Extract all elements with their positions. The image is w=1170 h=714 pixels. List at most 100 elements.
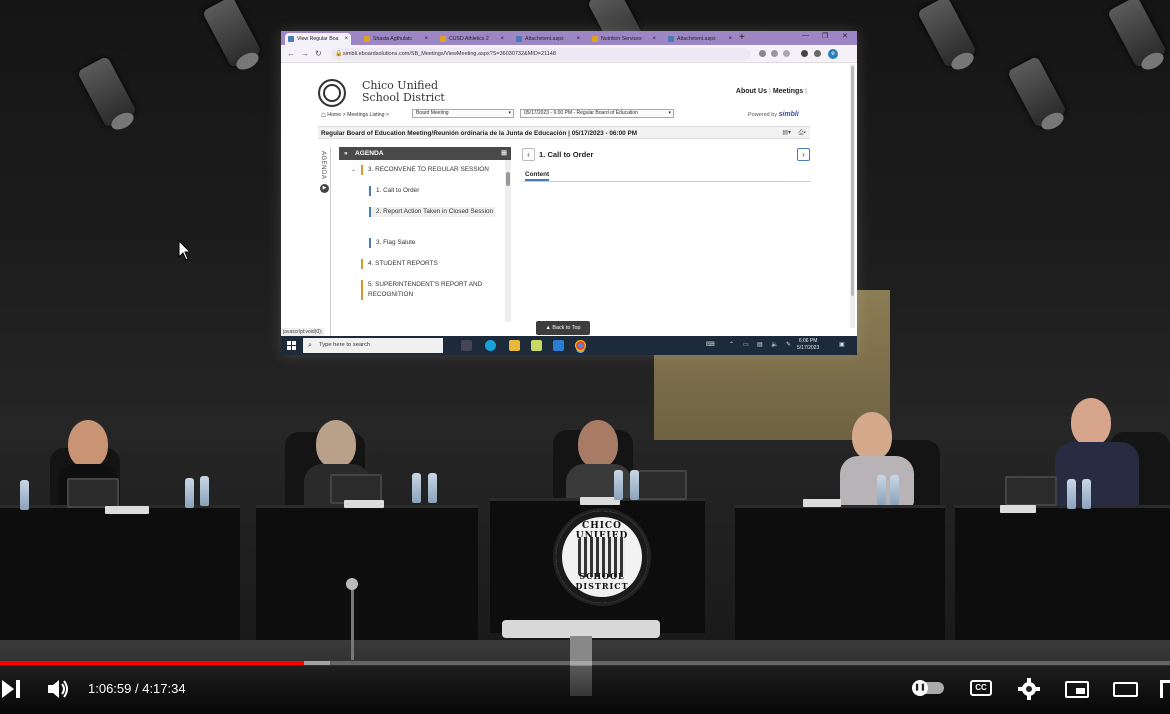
- back-icon[interactable]: ←: [287, 49, 295, 58]
- water-bottle: [185, 478, 194, 508]
- stage-light: [201, 0, 263, 69]
- district-logo: [318, 79, 346, 107]
- autoplay-toggle[interactable]: ❚❚: [912, 680, 944, 696]
- store-icon[interactable]: [531, 340, 542, 351]
- file-explorer-icon[interactable]: [509, 340, 520, 351]
- collapse-icon[interactable]: »: [344, 147, 348, 160]
- meeting-select-value: 05/17/2023 - 6:00 PM - Regular Board of …: [524, 110, 638, 116]
- meeting-title-bar: Regular Board of Education Meeting/Reuni…: [318, 126, 810, 139]
- agenda-side-label: AGENDA: [320, 151, 326, 180]
- breadcrumb-home[interactable]: Home: [327, 112, 341, 118]
- agenda-item[interactable]: 4. STUDENT REPORTS: [361, 259, 493, 269]
- puzzle-extensions-icon[interactable]: [801, 50, 808, 57]
- agenda-item[interactable]: 3. RECONVENE TO REGULAR SESSION: [361, 165, 489, 175]
- profile-avatar[interactable]: e: [828, 49, 838, 59]
- back-to-top-button[interactable]: ▲ Back to Top: [536, 321, 590, 335]
- video-progress-bar[interactable]: [0, 661, 1170, 665]
- forward-icon[interactable]: →: [301, 49, 309, 58]
- pin-icon[interactable]: ⊞: [501, 147, 507, 160]
- dropdown-arrow-icon: ▾: [508, 110, 511, 116]
- browser-tab[interactable]: CUSD Athletics 2 ×: [437, 33, 507, 45]
- new-tab-icon[interactable]: +: [739, 32, 745, 43]
- reload-icon[interactable]: ↻: [315, 49, 322, 58]
- close-window-icon[interactable]: ✕: [842, 32, 848, 40]
- chrome-icon[interactable]: [575, 340, 586, 351]
- board-select-value: Board Meeting: [416, 110, 449, 116]
- settings-gear-icon[interactable]: [1018, 678, 1040, 700]
- bookmark-star-icon[interactable]: [783, 50, 790, 57]
- share-icon[interactable]: [771, 50, 778, 57]
- pen-icon[interactable]: ✎: [786, 341, 791, 348]
- stage-light: [76, 55, 138, 129]
- agenda-scrollbar[interactable]: [505, 160, 511, 322]
- volume-icon[interactable]: 🔈: [771, 341, 778, 348]
- tab-close-icon[interactable]: ×: [424, 33, 428, 45]
- tab-close-icon[interactable]: ×: [652, 33, 656, 45]
- url-field[interactable]: 🔒 simbli.eboardsolutions.com/SB_Meetings…: [331, 48, 751, 60]
- extension-icon[interactable]: [759, 50, 766, 57]
- agenda-side-tab[interactable]: AGENDA ▶: [318, 147, 331, 353]
- tab-divider: [523, 181, 811, 182]
- notification-icon[interactable]: ▣: [839, 341, 845, 348]
- seal-bottom-text: SCHOOL DISTRICT: [575, 571, 629, 591]
- minimize-icon[interactable]: —: [802, 32, 809, 39]
- mail-icon[interactable]: [553, 340, 564, 351]
- captions-button[interactable]: CC: [970, 680, 992, 696]
- fullscreen-icon[interactable]: [1160, 680, 1170, 698]
- tab-close-icon[interactable]: ×: [500, 33, 504, 45]
- tab-close-icon[interactable]: ×: [576, 33, 580, 45]
- network-icon[interactable]: ▤: [757, 341, 763, 348]
- keyboard-icon[interactable]: ⌨: [706, 341, 715, 348]
- breadcrumb-meetings[interactable]: Meetings Listing: [347, 112, 385, 118]
- home-icon[interactable]: ⌂: [321, 110, 326, 119]
- powered-by-label: Powered by: [748, 112, 778, 118]
- edge-icon[interactable]: [485, 340, 496, 351]
- browser-tab[interactable]: View Regular Boa ×: [285, 33, 351, 45]
- tab-close-icon[interactable]: ×: [344, 33, 348, 45]
- item-title: 1. Call to Order: [539, 150, 594, 159]
- browser-tab[interactable]: Attachment.aspx ×: [665, 33, 735, 45]
- taskbar-search-placeholder: Type here to search: [319, 342, 371, 348]
- agenda-item[interactable]: 2. Report Action Taken in Closed Session: [369, 207, 495, 217]
- side-panel-icon[interactable]: [814, 50, 821, 57]
- print-icon[interactable]: ⎙▾: [799, 130, 806, 136]
- taskbar-search[interactable]: ⌕ Type here to search: [303, 338, 443, 353]
- browser-tab[interactable]: Nutrition Services ×: [589, 33, 659, 45]
- dais-table: [735, 505, 945, 640]
- url-text: simbli.eboardsolutions.com/SB_Meetings/V…: [343, 51, 556, 57]
- scroll-thumb[interactable]: [851, 66, 854, 296]
- windows-taskbar: ⌕ Type here to search ⌨ ⌃ ▭ ▤ 🔈 ✎ 6:06 P…: [281, 336, 857, 355]
- page-scrollbar[interactable]: [850, 64, 855, 328]
- agenda-item[interactable]: 5. SUPERINTENDENT'S REPORT AND RECOGNITI…: [361, 280, 499, 300]
- about-us-link[interactable]: About Us: [736, 88, 767, 95]
- miniplayer-icon[interactable]: [1065, 681, 1089, 698]
- agenda-item[interactable]: 3. Flag Salute: [369, 238, 495, 248]
- play-icon[interactable]: ▶: [320, 184, 329, 193]
- water-bottle: [890, 475, 899, 505]
- tray-chevron-icon[interactable]: ⌃: [729, 341, 734, 348]
- browser-tab[interactable]: Attachment.aspx ×: [513, 33, 583, 45]
- board-select[interactable]: Board Meeting ▾: [412, 109, 514, 118]
- tab-label: Attachment.aspx: [677, 36, 716, 42]
- view-options-icon[interactable]: ▤▾: [782, 130, 791, 136]
- chevron-down-icon[interactable]: ⌄: [351, 166, 356, 173]
- water-bottle: [20, 480, 29, 510]
- browser-tab[interactable]: Shasta Agthulatc ×: [361, 33, 431, 45]
- prev-item-icon[interactable]: ‹: [522, 148, 535, 161]
- windows-start-icon[interactable]: [287, 341, 296, 350]
- volume-icon[interactable]: [48, 679, 70, 699]
- meetings-link[interactable]: Meetings: [773, 88, 803, 95]
- theater-mode-icon[interactable]: [1113, 682, 1138, 697]
- content-tab[interactable]: Content: [525, 171, 550, 181]
- battery-icon[interactable]: ▭: [743, 341, 749, 348]
- tab-close-icon[interactable]: ×: [728, 33, 732, 45]
- taskbar-clock[interactable]: 6:06 PM 5/17/2023: [797, 338, 819, 352]
- restore-icon[interactable]: ❐: [822, 32, 828, 40]
- next-video-icon[interactable]: [2, 680, 22, 698]
- task-view-icon[interactable]: [461, 340, 472, 351]
- meeting-select[interactable]: 05/17/2023 - 6:00 PM - Regular Board of …: [520, 109, 674, 118]
- scroll-thumb[interactable]: [506, 172, 510, 186]
- agenda-item[interactable]: 1. Call to Order: [369, 186, 495, 196]
- microphone: [346, 578, 358, 590]
- next-item-icon[interactable]: ›: [797, 148, 810, 161]
